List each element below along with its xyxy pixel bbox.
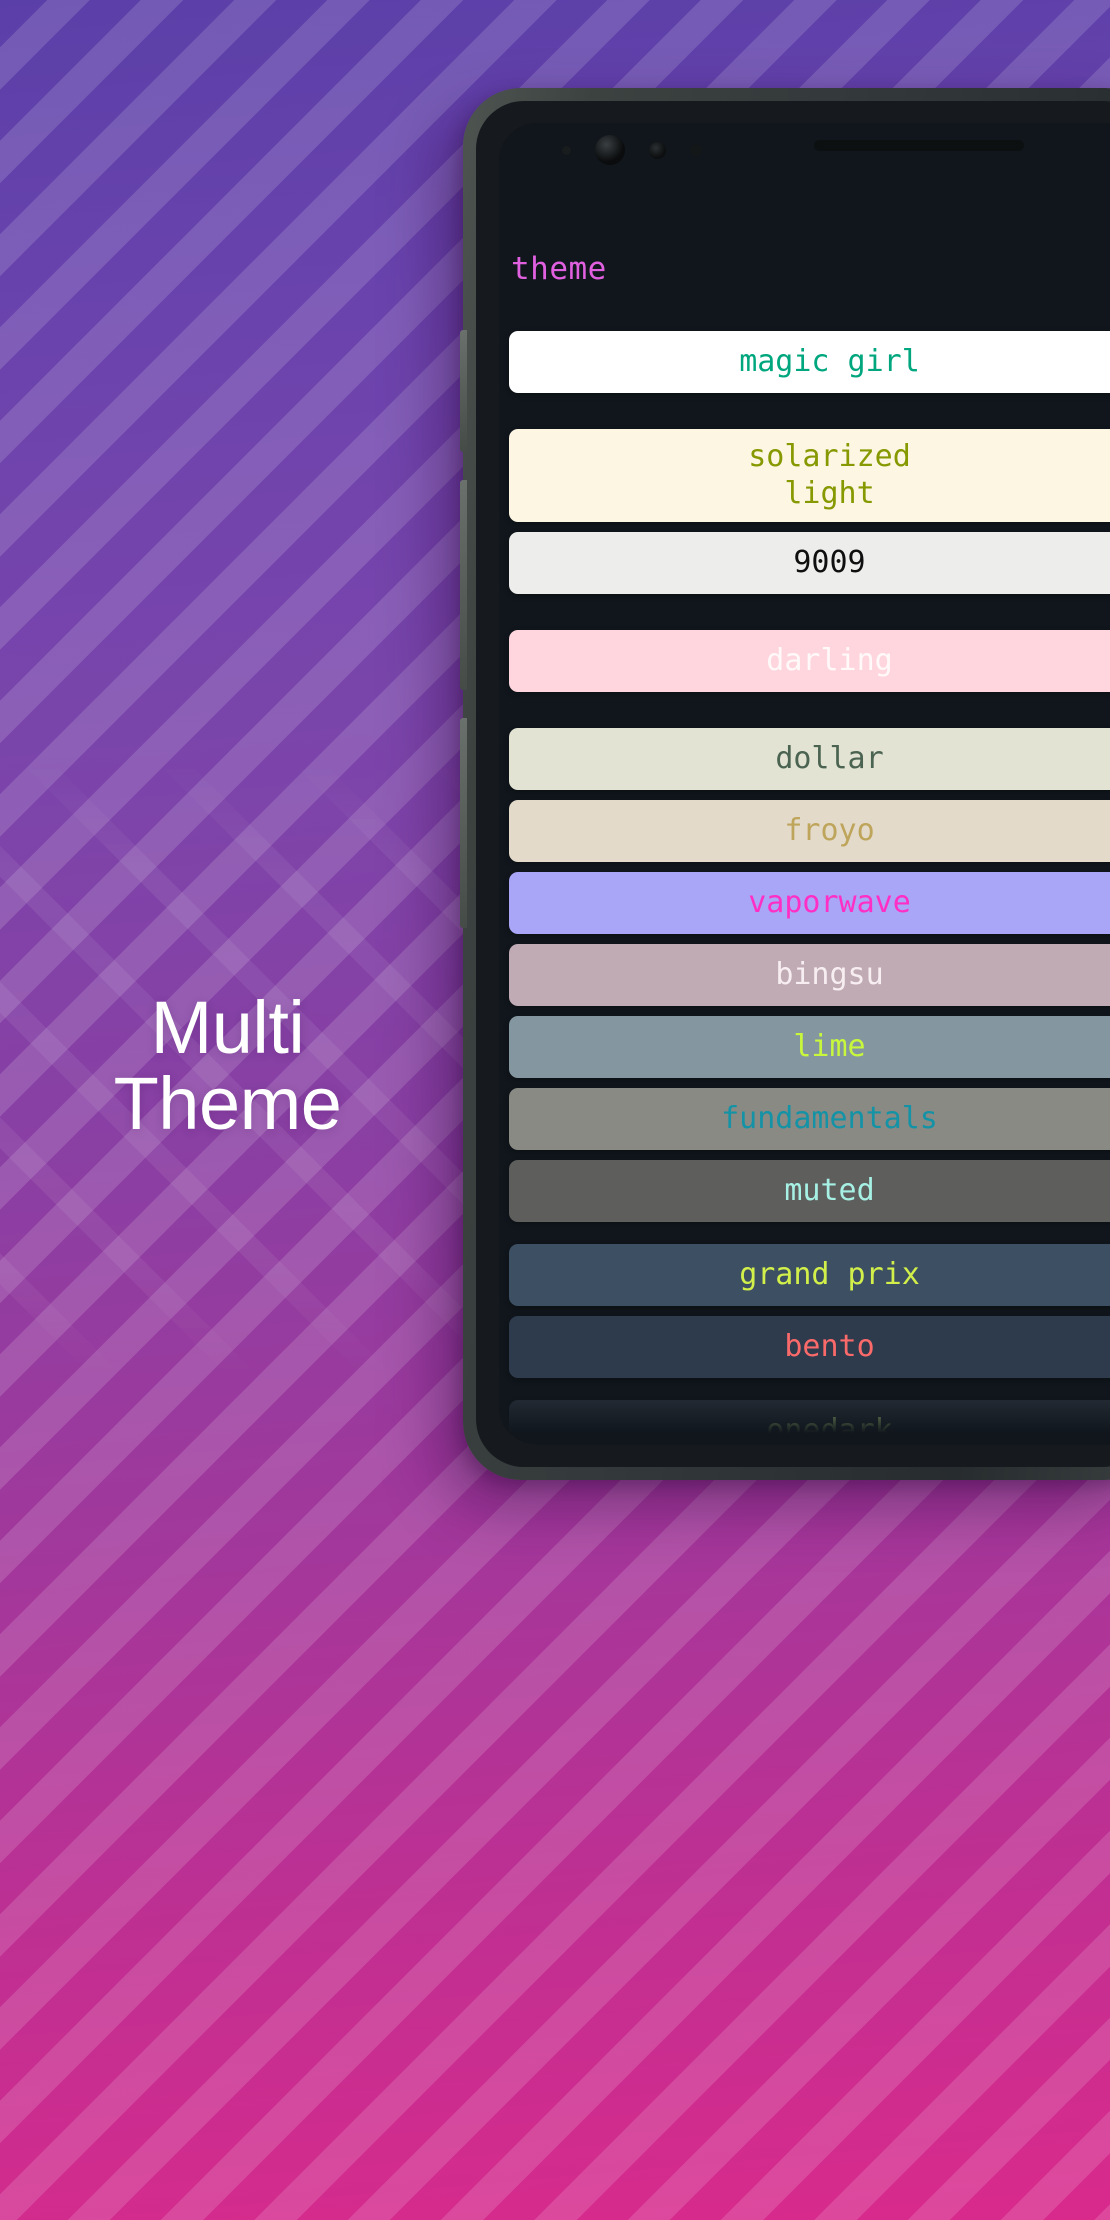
sensor-dot-icon — [562, 145, 571, 155]
proximity-sensor-icon — [649, 141, 666, 159]
promo-headline: Multi Theme — [0, 989, 455, 1146]
theme-option-darling[interactable]: darling — [509, 630, 1110, 693]
headline-line-1: Multi — [150, 986, 305, 1069]
theme-option-onedark[interactable]: onedark — [509, 1400, 1110, 1445]
theme-option-9009[interactable]: 9009 — [509, 532, 1110, 595]
theme-option-grand-prix[interactable]: grand prix — [509, 1244, 1110, 1307]
theme-option-muted[interactable]: muted — [509, 1160, 1110, 1223]
device-power-button[interactable] — [460, 718, 467, 928]
promo-screenshot: Multi Theme theme magic girl solarized li… — [0, 0, 1110, 2220]
theme-option-fundamentals[interactable]: fundamentals — [509, 1088, 1110, 1151]
theme-option-label: froyo — [784, 812, 875, 848]
front-camera-icon — [595, 135, 625, 165]
theme-settings-page[interactable]: theme magic girl solarized light 9009 darli… — [499, 123, 1110, 1445]
theme-option-dollar[interactable]: dollar — [509, 728, 1110, 791]
device-volume-button[interactable] — [460, 480, 467, 690]
theme-option-label: vaporwave — [748, 884, 911, 920]
theme-option-solarized-light[interactable]: solarized light — [509, 429, 1110, 523]
theme-option-label: dollar — [775, 740, 884, 776]
theme-option-label: onedark — [766, 1412, 893, 1445]
theme-option-froyo[interactable]: froyo — [509, 800, 1110, 863]
ambient-light-sensor-icon — [690, 144, 702, 156]
theme-option-label: 9009 — [793, 544, 866, 580]
phone-screen: theme magic girl solarized light 9009 darli… — [499, 123, 1110, 1445]
theme-option-label: fundamentals — [721, 1100, 938, 1136]
theme-option-label: muted — [784, 1172, 875, 1208]
device-side-button-top[interactable] — [460, 330, 467, 452]
front-sensor-cluster — [562, 135, 702, 165]
page-title: theme — [511, 251, 607, 287]
theme-option-label: bento — [784, 1328, 875, 1364]
theme-option-label: darling — [766, 642, 893, 678]
theme-option-bingsu[interactable]: bingsu — [509, 944, 1110, 1007]
theme-list[interactable]: magic girl solarized light 9009 darling doll… — [499, 331, 1110, 1445]
headline-line-2: Theme — [113, 1062, 342, 1146]
theme-option-magic-girl[interactable]: magic girl — [509, 331, 1110, 393]
theme-option-label: magic girl — [739, 343, 920, 379]
phone-mockup: theme magic girl solarized light 9009 darli… — [460, 88, 1110, 1480]
theme-option-label: grand prix — [739, 1256, 920, 1292]
theme-option-label: bingsu — [775, 956, 884, 992]
theme-option-bento[interactable]: bento — [509, 1316, 1110, 1379]
theme-option-label: lime — [793, 1028, 866, 1064]
phone-bezel: theme magic girl solarized light 9009 darli… — [476, 101, 1110, 1467]
earpiece-speaker-icon — [814, 140, 1024, 151]
theme-option-lime[interactable]: lime — [509, 1016, 1110, 1079]
theme-option-vaporwave[interactable]: vaporwave — [509, 872, 1110, 935]
theme-option-label: solarized light — [748, 439, 911, 511]
